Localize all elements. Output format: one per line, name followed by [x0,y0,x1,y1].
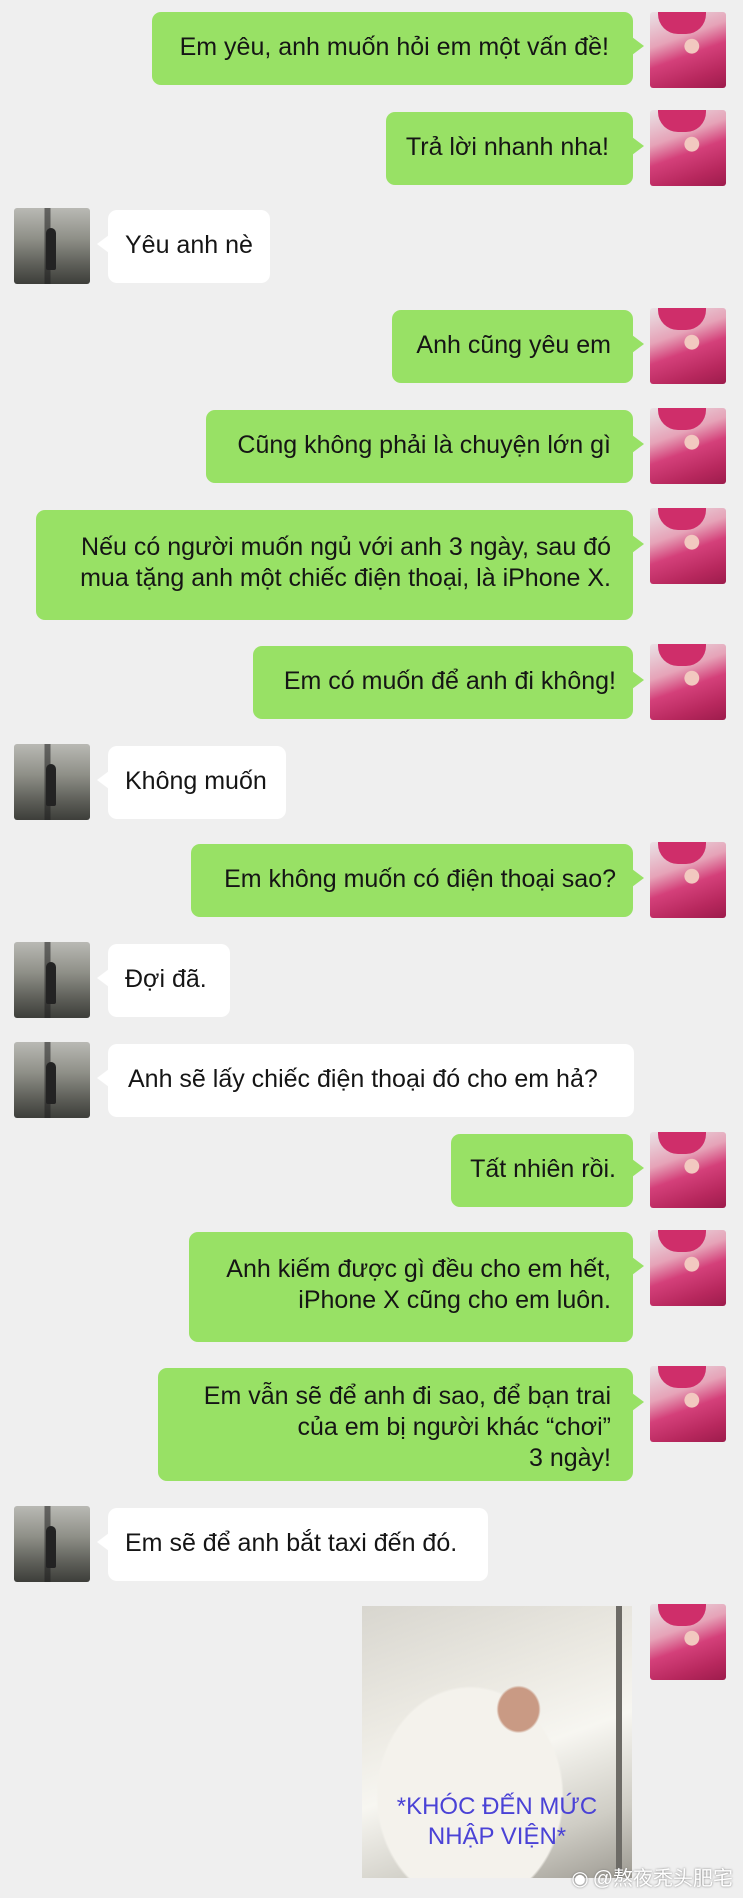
image-caption: *KHÓC ĐẾN MỨC NHẬP VIỆN* [362,1792,632,1852]
message-text: 3 ngày! [528,1444,611,1472]
message-bubble[interactable]: Nếu có người muốn ngủ với anh 3 ngày, sa… [36,510,644,620]
message-bubble[interactable]: Anh cũng yêu em [392,310,644,383]
message-text: Em có muốn để anh đi không! [283,667,616,695]
receiver-avatar[interactable] [14,1506,90,1582]
message-text: mua tặng anh một chiếc điện thoại, là iP… [80,564,611,592]
caption-line: NHẬP VIỆN* [427,1823,567,1850]
sender-avatar[interactable] [650,1132,726,1208]
message-text: Em sẽ để anh bắt taxi đến đó. [125,1529,458,1557]
sender-avatar[interactable] [650,1604,726,1680]
sender-avatar[interactable] [650,308,726,384]
message-bubble[interactable]: Em không muốn có điện thoại sao? [191,844,644,917]
message-text: Không muốn [125,767,267,795]
sender-avatar[interactable] [650,408,726,484]
watermark: ◉ @熬夜秃头肥宅 [571,1862,733,1891]
message-bubble[interactable]: Cũng không phải là chuyện lớn gì [206,410,644,483]
message-text: Yêu anh nè [125,231,253,259]
message-text: Cũng không phải là chuyện lớn gì [237,431,611,459]
sender-avatar[interactable] [650,842,726,918]
watermark-text: @熬夜秃头肥宅 [592,1868,733,1890]
message-bubble[interactable]: Em có muốn để anh đi không! [253,646,644,719]
message-text: iPhone X cũng cho em luôn. [298,1286,611,1314]
message-bubble[interactable]: Đợi đã. [97,944,230,1017]
message-text: Em yêu, anh muốn hỏi em một vấn đề! [179,33,609,61]
message-text: Em vẫn sẽ để anh đi sao, để bạn trai [203,1382,611,1410]
message-text: Trả lời nhanh nha! [405,133,609,161]
caption-line: *KHÓC ĐẾN MỨC [396,1793,598,1820]
sender-avatar[interactable] [650,644,726,720]
message-text: của em bị người khác “chơi” [297,1413,611,1441]
message-text: Tất nhiên rồi. [470,1155,616,1183]
sender-avatar[interactable] [650,1366,726,1442]
sender-avatar[interactable] [650,12,726,88]
weibo-icon: ◉ [571,1868,589,1890]
message-text: Anh cũng yêu em [416,331,611,359]
message-text: Nếu có người muốn ngủ với anh 3 ngày, sa… [81,533,611,561]
sender-avatar[interactable] [650,110,726,186]
message-bubble[interactable]: Yêu anh nè [97,210,270,283]
message-bubble[interactable]: Anh sẽ lấy chiếc điện thoại đó cho em hả… [97,1044,634,1117]
receiver-avatar[interactable] [14,1042,90,1118]
receiver-avatar[interactable] [14,942,90,1018]
message-bubble[interactable]: Anh kiếm được gì đều cho em hết, iPhone … [189,1232,644,1342]
message-text: Em không muốn có điện thoại sao? [224,865,616,893]
message-bubble[interactable]: Tất nhiên rồi. [451,1134,644,1207]
message-bubble[interactable]: Em yêu, anh muốn hỏi em một vấn đề! [152,12,644,85]
message-text: Anh sẽ lấy chiếc điện thoại đó cho em hả… [128,1065,598,1093]
receiver-avatar[interactable] [14,208,90,284]
receiver-avatar[interactable] [14,744,90,820]
sender-avatar[interactable] [650,508,726,584]
message-bubble[interactable]: Không muốn [97,746,286,819]
message-text: Đợi đã. [125,965,207,993]
message-bubble[interactable]: Em sẽ để anh bắt taxi đến đó. [97,1508,488,1581]
image-message[interactable]: *KHÓC ĐẾN MỨC NHẬP VIỆN* [362,1606,632,1878]
message-bubble[interactable]: Trả lời nhanh nha! [386,112,644,185]
message-text: Anh kiếm được gì đều cho em hết, [226,1255,611,1283]
sender-avatar[interactable] [650,1230,726,1306]
message-bubble[interactable]: Em vẫn sẽ để anh đi sao, để bạn trai của… [158,1368,644,1481]
